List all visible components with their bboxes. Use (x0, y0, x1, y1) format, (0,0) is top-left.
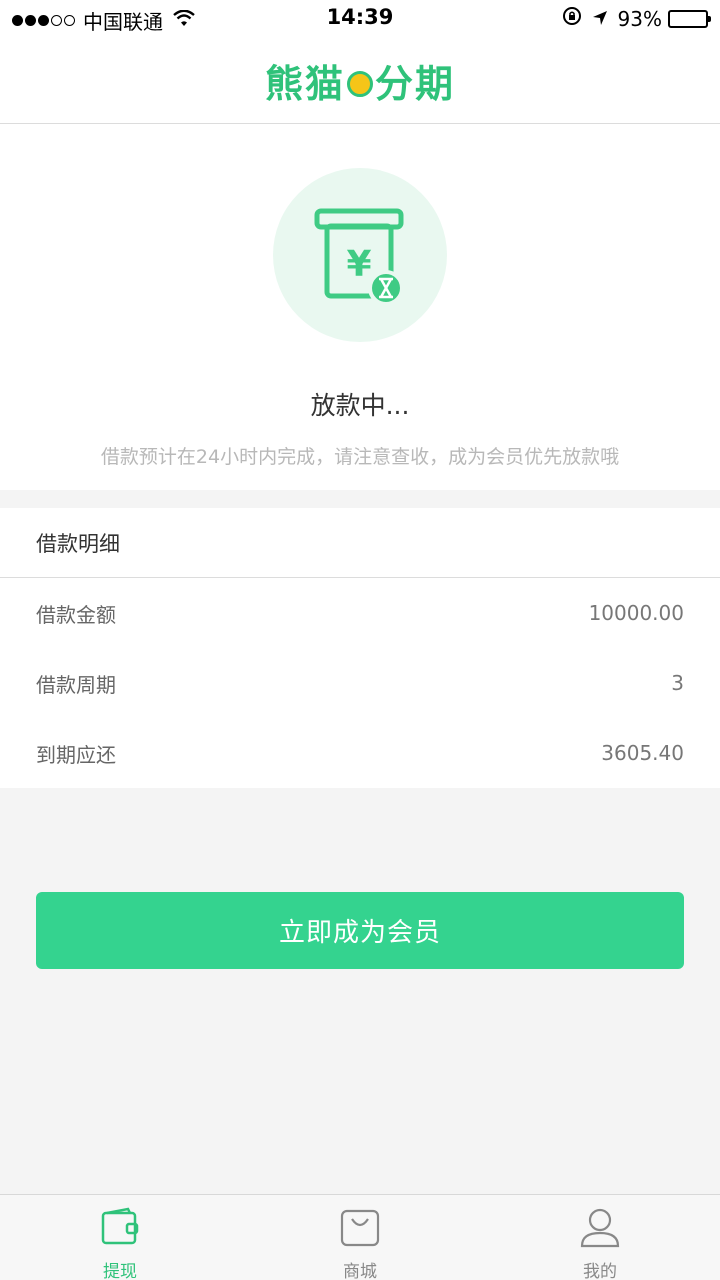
detail-value: 3605.40 (601, 741, 684, 765)
status-bar-right: 93% (562, 6, 711, 31)
coin-icon (347, 70, 373, 97)
detail-value: 10000.00 (588, 601, 684, 625)
detail-row-amount: 借款金额 10000.00 (0, 578, 720, 648)
detail-value: 3 (671, 671, 684, 695)
status-title: 放款中... (310, 391, 410, 420)
tab-mine[interactable]: 我的 (480, 1195, 720, 1280)
location-arrow-icon (592, 7, 608, 31)
tab-label: 商城 (343, 1262, 377, 1280)
tab-mall[interactable]: 商城 (240, 1195, 480, 1280)
details-header: 借款明细 (0, 508, 720, 578)
app-logo: 熊猫 分期 (264, 62, 456, 106)
nav-bar: 熊猫 分期 (0, 38, 720, 124)
become-member-button[interactable]: 立即成为会员 (36, 892, 684, 969)
loan-status-section: ¥ 放款中... 借款预计在24小时内完成，请注意查收，成为会员优先放款哦 (0, 124, 720, 490)
atm-cash-hourglass-icon: ¥ (273, 168, 447, 342)
loan-details: 借款明细 借款金额 10000.00 借款周期 3 到期应还 3605.40 (0, 508, 720, 788)
detail-label: 借款周期 (36, 672, 116, 697)
tab-label: 提现 (103, 1262, 137, 1280)
tab-bar: 提现 商城 我的 (0, 1194, 720, 1280)
rotation-lock-icon (562, 6, 582, 31)
svg-text:¥: ¥ (346, 244, 371, 285)
user-icon (578, 1205, 622, 1249)
tab-withdraw[interactable]: 提现 (0, 1195, 240, 1280)
wallet-icon (98, 1205, 142, 1249)
status-bar: 中国联通 14:39 93% (0, 0, 720, 38)
detail-row-due: 到期应还 3605.40 (0, 718, 720, 788)
status-description: 借款预计在24小时内完成，请注意查收，成为会员优先放款哦 (100, 446, 620, 468)
detail-label: 到期应还 (36, 742, 116, 767)
battery-icon (668, 9, 711, 28)
shopping-bag-icon (338, 1205, 382, 1249)
detail-label: 借款金额 (36, 602, 116, 627)
tab-label: 我的 (583, 1262, 617, 1280)
detail-row-period: 借款周期 3 (0, 648, 720, 718)
battery-percent: 93% (617, 6, 662, 31)
